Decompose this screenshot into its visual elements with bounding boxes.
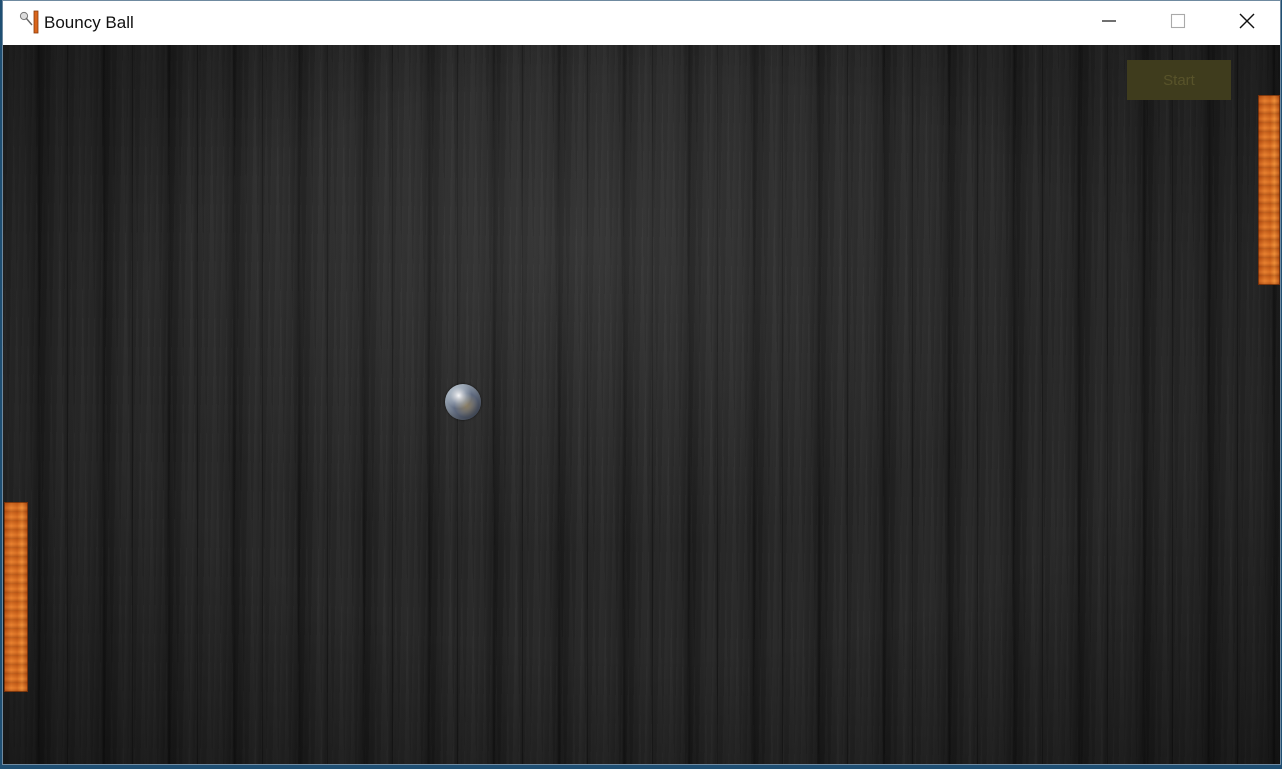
playfield-vignette bbox=[3, 45, 1280, 764]
minimize-button[interactable] bbox=[1075, 1, 1143, 45]
wood-grain-texture bbox=[3, 45, 1280, 764]
maximize-icon bbox=[1170, 13, 1186, 34]
game-playfield[interactable]: Start bbox=[3, 45, 1280, 764]
start-button[interactable]: Start bbox=[1127, 60, 1231, 100]
maximize-button[interactable] bbox=[1144, 1, 1212, 45]
close-icon bbox=[1238, 12, 1256, 35]
close-button[interactable] bbox=[1213, 1, 1280, 45]
title-bar[interactable]: Bouncy Ball bbox=[3, 1, 1280, 45]
ball bbox=[445, 384, 481, 420]
bouncy-ball-app-icon bbox=[19, 10, 39, 34]
left-paddle[interactable] bbox=[4, 502, 28, 692]
minimize-icon bbox=[1101, 13, 1117, 34]
window-title: Bouncy Ball bbox=[44, 13, 134, 32]
right-paddle[interactable] bbox=[1258, 95, 1280, 285]
game-window: Bouncy Ball Start bbox=[2, 0, 1281, 765]
